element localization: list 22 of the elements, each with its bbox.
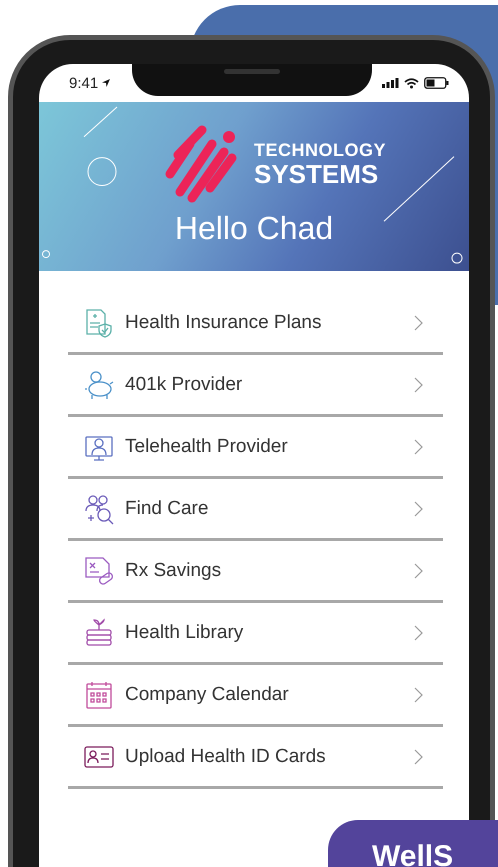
decorative-circle: [42, 250, 50, 258]
chevron-right-icon: [414, 314, 423, 330]
decorative-circle: [452, 252, 462, 264]
chevron-right-icon: [414, 500, 423, 516]
brand-name: SYSTEMS: [254, 160, 380, 186]
chevron-right-icon: [414, 624, 423, 640]
status-time: 9:41: [69, 74, 98, 92]
decorative-line: [84, 106, 118, 138]
badge-text: WellS: [372, 840, 454, 867]
chevron-right-icon: [414, 686, 423, 702]
brand-name: TECHNOLOGY: [254, 140, 386, 160]
location-arrow-icon: [101, 78, 112, 88]
greeting-title: Hello Chad: [174, 210, 334, 247]
chevron-right-icon: [414, 376, 423, 392]
signal-icon: [382, 78, 399, 88]
chevron-right-icon: [414, 562, 423, 578]
chevron-right-icon: [414, 438, 423, 454]
decorative-circle: [88, 157, 116, 186]
wifi-icon: [404, 78, 419, 88]
battery-icon: [424, 77, 449, 89]
decorative-line: [384, 156, 454, 222]
chevron-right-icon: [414, 748, 423, 764]
